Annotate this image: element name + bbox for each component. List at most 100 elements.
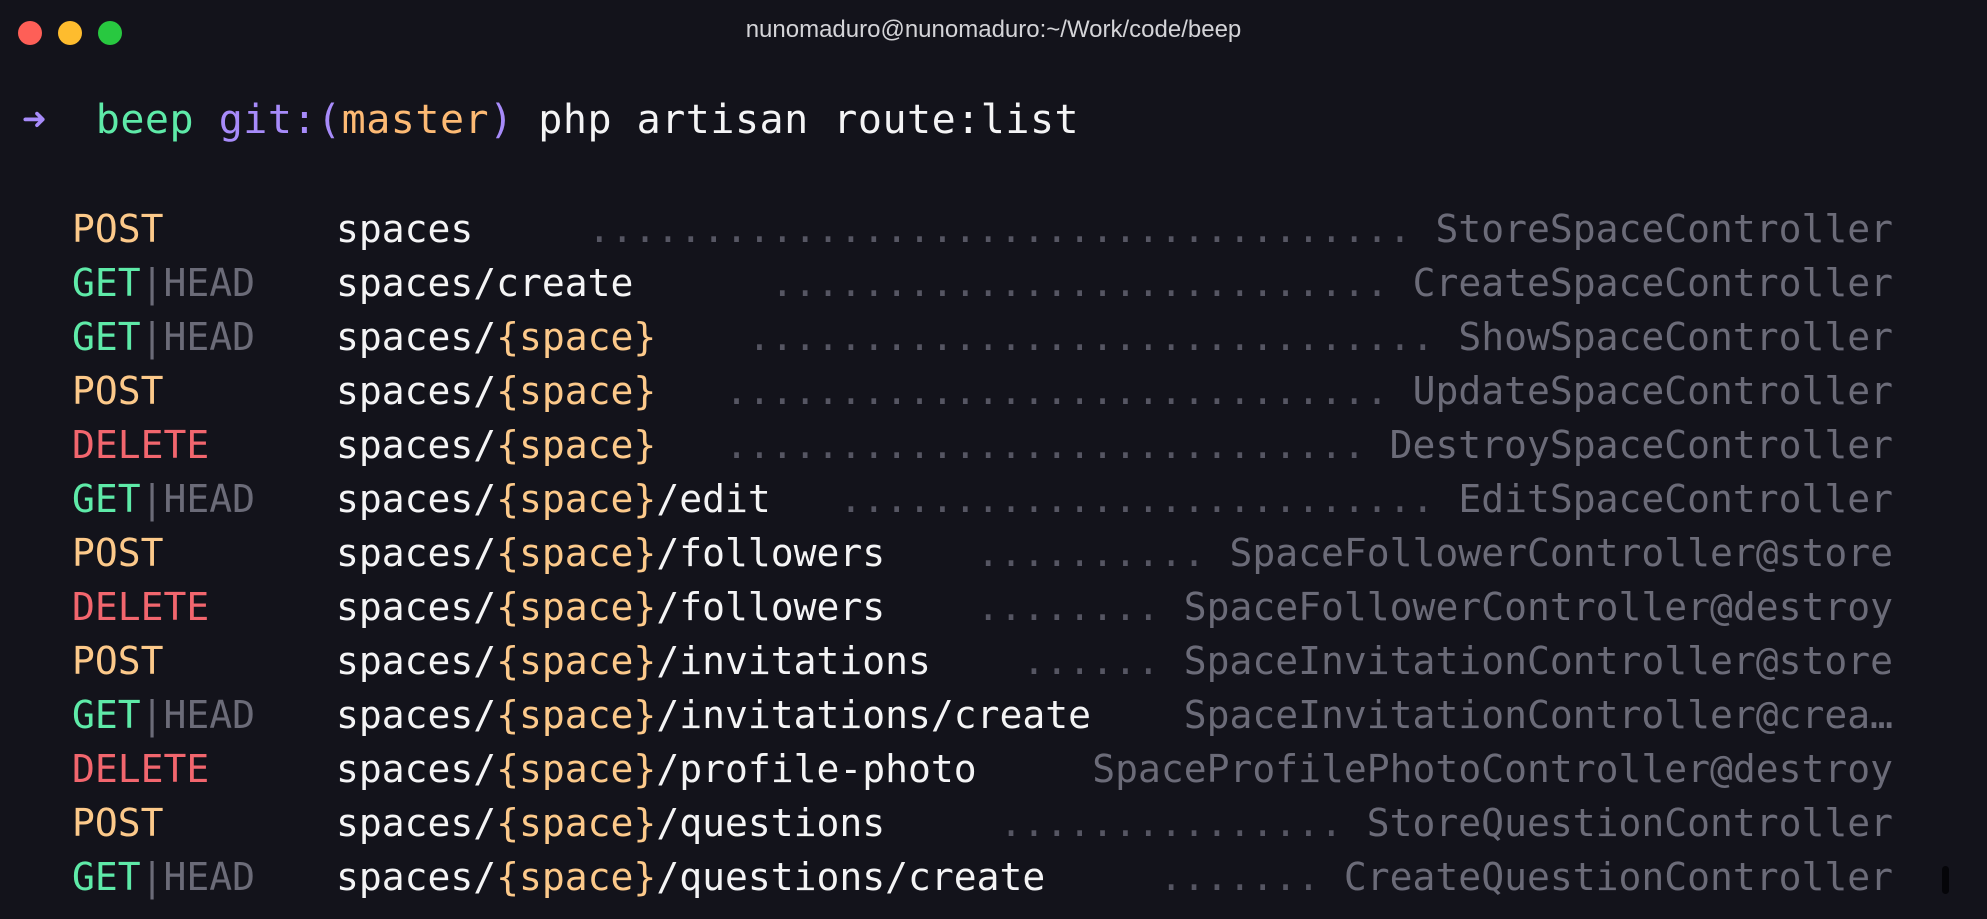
route-row: POST spaces/{space} UpdateSpaceController.… xyxy=(0,364,1987,418)
route-uri: spaces/{space}/questions xyxy=(336,796,885,850)
uri-parameter: {space} xyxy=(496,585,657,629)
route-action: SpaceFollowerController@store xyxy=(1229,531,1893,575)
close-window-button[interactable] xyxy=(18,21,42,45)
route-uri: spaces/{space} xyxy=(336,364,656,418)
route-method: GET|HEAD xyxy=(72,850,255,904)
http-method: DELETE xyxy=(72,747,210,791)
route-action: SpaceFollowerController@destroy xyxy=(1183,585,1893,629)
route-row: DELETE spaces/{space}/profile-photo SpaceP… xyxy=(0,742,1987,796)
uri-path: spaces/ xyxy=(336,531,497,575)
route-uri: spaces/create xyxy=(336,256,633,310)
uri-path: spaces/ xyxy=(336,369,497,413)
uri-suffix: /followers xyxy=(656,585,886,629)
uri-path: spaces/ xyxy=(336,693,497,737)
uri-parameter: {space} xyxy=(496,801,657,845)
route-method: POST xyxy=(72,796,164,850)
route-dots: ...... xyxy=(1022,639,1160,683)
http-method: GET xyxy=(72,477,141,521)
route-uri: spaces/{space}/questions/create xyxy=(336,850,1045,904)
route-uri: spaces xyxy=(336,202,473,256)
route-method: POST xyxy=(72,526,164,580)
command-prompt: ➜ beep git:(master) php artisan route:li… xyxy=(22,96,1079,144)
route-uri: spaces/{space}/invitations/create xyxy=(336,688,1091,742)
route-method: GET|HEAD xyxy=(72,310,255,364)
http-method: GET xyxy=(72,315,141,359)
uri-parameter: {space} xyxy=(496,531,657,575)
uri-path: spaces/ xyxy=(336,855,497,899)
route-method: DELETE xyxy=(72,580,209,634)
route-row: POST spaces/{space}/invitations SpaceInvit… xyxy=(0,634,1987,688)
route-method: POST xyxy=(72,634,164,688)
scrollbar[interactable] xyxy=(1942,866,1949,894)
uri-parameter: {space} xyxy=(496,639,657,683)
uri-parameter: {space} xyxy=(496,369,657,413)
uri-path: spaces/ xyxy=(336,315,497,359)
route-uri: spaces/{space}/edit xyxy=(336,472,771,526)
route-dots: ........ xyxy=(976,585,1160,629)
route-row: GET|HEAD spaces/{space}/edit EditSpaceCont… xyxy=(0,472,1987,526)
route-uri: spaces/{space}/followers xyxy=(336,526,885,580)
window-title: nunomaduro@nunomaduro:~/Work/code/beep xyxy=(745,16,1242,43)
http-method-head: |HEAD xyxy=(140,315,256,359)
uri-parameter: {space} xyxy=(496,855,657,899)
route-row: DELETE spaces/{space}/followers SpaceFollo… xyxy=(0,580,1987,634)
git-branch: master xyxy=(341,97,490,143)
route-dots: .......................... xyxy=(839,477,1435,521)
route-action: SpaceInvitationController@crea… xyxy=(1183,693,1893,737)
http-method: POST xyxy=(72,801,164,845)
terminal-window: nunomaduro@nunomaduro:~/Work/code/beep ➜… xyxy=(0,0,1987,919)
route-row: POST spaces StoreSpaceController..........… xyxy=(0,202,1987,256)
command-text: php artisan route:list xyxy=(538,97,1080,143)
route-dots: ........................... xyxy=(770,261,1389,305)
route-action: CreateSpaceController xyxy=(1412,261,1893,305)
uri-parameter: {space} xyxy=(496,747,657,791)
http-method: GET xyxy=(72,855,141,899)
http-method: POST xyxy=(72,369,164,413)
route-uri: spaces/{space} xyxy=(336,310,656,364)
http-method-head: |HEAD xyxy=(140,477,256,521)
uri-parameter: {space} xyxy=(496,423,657,467)
prompt-arrow-icon: ➜ xyxy=(22,97,47,143)
route-action: DestroySpaceController xyxy=(1389,423,1893,467)
http-method-head: |HEAD xyxy=(140,855,256,899)
route-method: DELETE xyxy=(72,742,209,796)
uri-suffix: /followers xyxy=(656,531,886,575)
route-uri: spaces/{space}/invitations xyxy=(336,634,931,688)
route-action: StoreQuestionController xyxy=(1366,801,1893,845)
route-uri: spaces/{space} xyxy=(336,418,656,472)
route-dots: .......... xyxy=(976,531,1206,575)
route-method: GET|HEAD xyxy=(72,472,255,526)
uri-path: spaces/ xyxy=(336,747,497,791)
route-uri: spaces/{space}/followers xyxy=(336,580,885,634)
route-dots: ............... xyxy=(999,801,1343,845)
uri-path: spaces/ xyxy=(336,639,497,683)
route-action: CreateQuestionController xyxy=(1343,855,1893,899)
http-method-head: |HEAD xyxy=(140,693,256,737)
http-method: GET xyxy=(72,693,141,737)
route-method: POST xyxy=(72,364,164,418)
http-method-head: |HEAD xyxy=(140,261,256,305)
uri-path: spaces/ xyxy=(336,423,497,467)
route-method: GET|HEAD xyxy=(72,256,255,310)
route-uri: spaces/{space}/profile-photo xyxy=(336,742,977,796)
maximize-window-button[interactable] xyxy=(98,21,122,45)
minimize-window-button[interactable] xyxy=(58,21,82,45)
uri-parameter: {space} xyxy=(496,315,657,359)
title-bar: nunomaduro@nunomaduro:~/Work/code/beep xyxy=(0,0,1987,60)
route-action: SpaceProfilePhotoController@destroy xyxy=(1092,747,1893,791)
uri-suffix: /questions xyxy=(656,801,886,845)
route-method: POST xyxy=(72,202,164,256)
http-method: POST xyxy=(72,531,164,575)
http-method: DELETE xyxy=(72,585,210,629)
current-directory: beep xyxy=(95,97,195,143)
route-row: GET|HEAD spaces/{space}/invitations/creat… xyxy=(0,688,1987,742)
uri-suffix: /profile-photo xyxy=(656,747,977,791)
http-method: POST xyxy=(72,207,164,251)
git-label: git:( xyxy=(218,97,342,143)
route-method: DELETE xyxy=(72,418,209,472)
route-row: GET|HEAD spaces/{space}/questions/create C… xyxy=(0,850,1987,904)
route-row: GET|HEAD spaces/{space} ShowSpaceControlle… xyxy=(0,310,1987,364)
route-action: UpdateSpaceController xyxy=(1412,369,1893,413)
uri-path: spaces/create xyxy=(336,261,634,305)
http-method: GET xyxy=(72,261,141,305)
